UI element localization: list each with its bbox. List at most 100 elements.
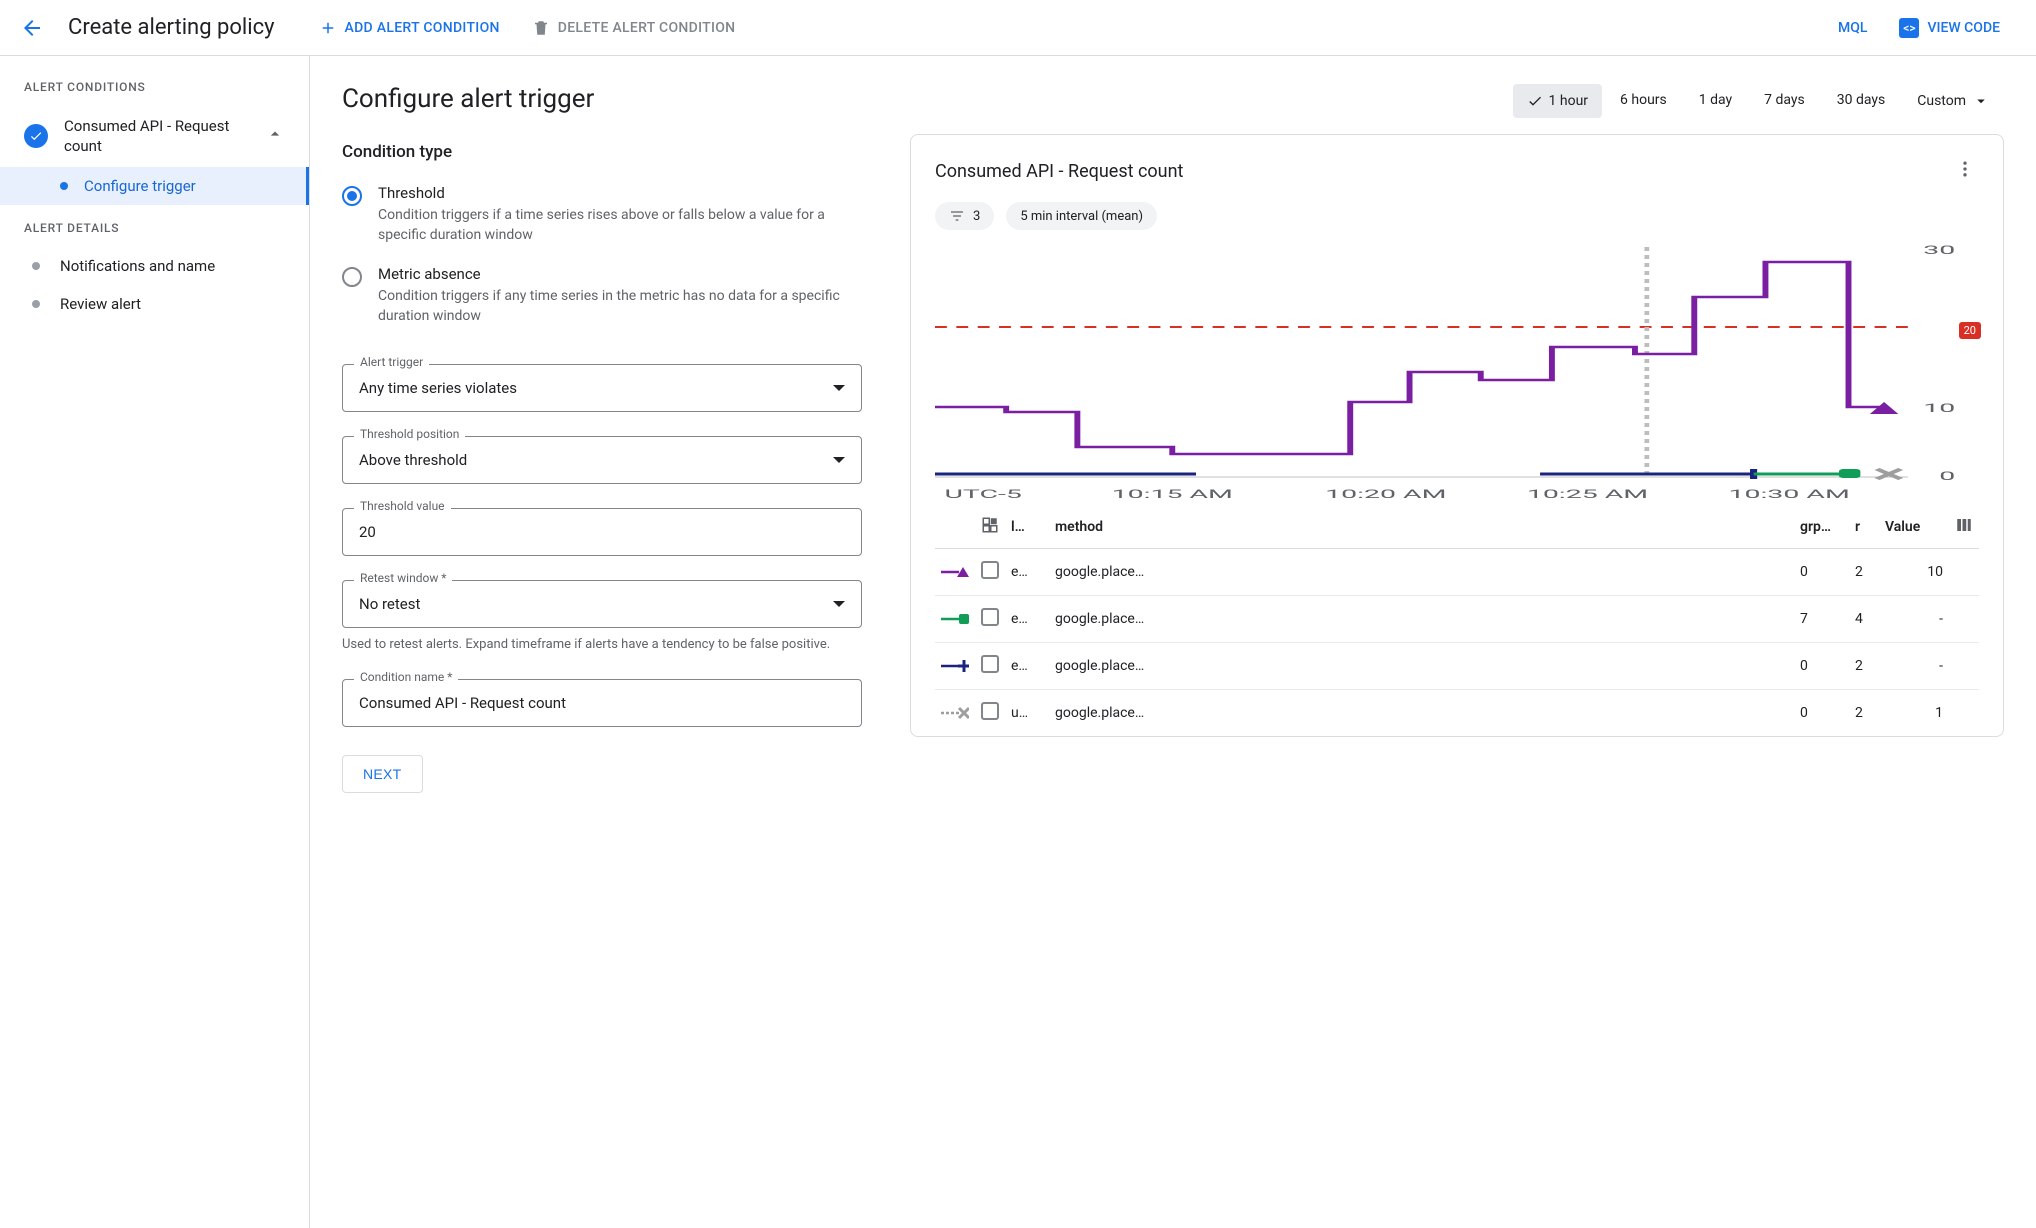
radio-icon [342,186,362,206]
cell-value: - [1879,596,1949,643]
cell-r: 2 [1849,643,1879,690]
table-row[interactable]: u…google.place…021 [935,690,1979,737]
x-tick-1020: 10:20 AM [1325,488,1446,502]
row-checkbox[interactable] [981,655,999,673]
range-1d[interactable]: 1 day [1685,84,1746,118]
col-value[interactable]: Value [1879,506,1949,549]
form-heading: Configure alert trigger [342,84,862,114]
back-button[interactable] [12,8,52,48]
page-title: Create alerting policy [68,15,275,40]
cell-r: 2 [1849,549,1879,596]
row-checkbox[interactable] [981,608,999,626]
row-checkbox[interactable] [981,561,999,579]
add-alert-condition-button[interactable]: ADD ALERT CONDITION [307,11,512,45]
mql-button[interactable]: MQL [1826,12,1879,44]
columns-icon[interactable] [1955,516,1973,534]
alert-trigger-label: Alert trigger [354,355,429,369]
cell-method: google.place… [1049,596,1794,643]
sidebar-item-notifications[interactable]: Notifications and name [0,247,309,285]
sidebar-item-review[interactable]: Review alert [0,285,309,323]
filter-chip-count: 3 [973,209,980,224]
range-7d[interactable]: 7 days [1750,84,1819,118]
col-l[interactable]: l… [1005,506,1049,549]
trash-icon [532,19,550,37]
range-30d[interactable]: 30 days [1823,84,1899,118]
table-row[interactable]: e…google.place…0210 [935,549,1979,596]
range-1h[interactable]: 1 hour [1513,84,1603,118]
sidebar-item-condition-label: Consumed API - Request count [64,116,249,157]
condition-name-input[interactable]: Condition name * Consumed API - Request … [342,679,862,727]
cell-r: 2 [1849,690,1879,737]
cell-value: 10 [1879,549,1949,596]
alert-trigger-select[interactable]: Alert trigger Any time series violates [342,364,862,412]
x-tick-1030: 10:30 AM [1729,488,1850,502]
chart-title: Consumed API - Request count [935,161,1183,182]
color-swatch-icon[interactable] [981,516,999,534]
main-content: Configure alert trigger Condition type T… [310,56,2036,1228]
legend-marker [935,643,975,690]
threshold-badge: 20 [1959,322,1981,339]
bullet-icon [60,182,68,190]
cell-l: e… [1005,549,1049,596]
chevron-down-icon [1972,92,1990,110]
condition-name-label: Condition name * [354,670,458,684]
cell-l: e… [1005,643,1049,690]
cell-value: 1 [1879,690,1949,737]
col-method[interactable]: method [1049,506,1794,549]
col-grp[interactable]: grp… [1794,506,1849,549]
sidebar-header-conditions: ALERT CONDITIONS [0,80,309,106]
threshold-position-label: Threshold position [354,427,465,441]
sidebar: ALERT CONDITIONS Consumed API - Request … [0,56,310,1228]
sidebar-item-notifications-label: Notifications and name [60,257,215,275]
x-tz: UTC-5 [944,488,1021,502]
sidebar-item-configure-trigger[interactable]: Configure trigger [0,167,309,205]
right-column: 1 hour 6 hours 1 day 7 days 30 days Cust… [910,84,2004,1200]
plus-icon [319,19,337,37]
filter-chip[interactable]: 3 [935,202,994,230]
radio-absence-title: Metric absence [378,265,862,283]
row-checkbox[interactable] [981,702,999,720]
retest-window-label: Retest window * [354,571,452,585]
cell-l: u… [1005,690,1049,737]
add-alert-condition-label: ADD ALERT CONDITION [345,20,500,36]
table-row[interactable]: e…google.place…74- [935,596,1979,643]
cell-value: - [1879,643,1949,690]
legend-table: l… method grp… r Value e…google.place…02… [935,506,1979,736]
retest-helper-text: Used to retest alerts. Expand timeframe … [342,636,862,654]
range-6h[interactable]: 6 hours [1606,84,1681,118]
radio-icon [342,267,362,287]
cell-grp: 0 [1794,643,1849,690]
table-row[interactable]: e…google.place…02- [935,643,1979,690]
view-code-button[interactable]: <> VIEW CODE [1887,10,2012,46]
threshold-position-select[interactable]: Threshold position Above threshold [342,436,862,484]
filter-icon [949,208,965,224]
range-1h-label: 1 hour [1549,93,1589,109]
sidebar-header-details: ALERT DETAILS [0,221,309,247]
radio-threshold-desc: Condition triggers if a time series rise… [378,206,862,245]
y-tick-0: 0 [1939,470,1955,484]
delete-alert-condition-button[interactable]: DELETE ALERT CONDITION [520,11,748,45]
threshold-value-input[interactable]: Threshold value 20 [342,508,862,556]
card-more-button[interactable] [1951,155,1979,188]
radio-threshold[interactable]: Threshold Condition triggers if a time s… [342,178,862,259]
cell-grp: 0 [1794,549,1849,596]
check-circle-icon [24,124,48,148]
cell-r: 4 [1849,596,1879,643]
retest-window-select[interactable]: Retest window * No retest [342,580,862,628]
interval-chip[interactable]: 5 min interval (mean) [1006,202,1157,230]
y-tick-10: 10 [1923,402,1955,416]
legend-marker [935,549,975,596]
next-button[interactable]: NEXT [342,755,423,793]
range-custom[interactable]: Custom [1903,84,2004,118]
form-column: Configure alert trigger Condition type T… [342,84,862,1200]
sidebar-item-condition[interactable]: Consumed API - Request count [0,106,309,167]
radio-absence[interactable]: Metric absence Condition triggers if any… [342,259,862,340]
threshold-value-value: 20 [359,523,376,541]
cell-grp: 7 [1794,596,1849,643]
chevron-up-icon [265,124,285,148]
time-range-row: 1 hour 6 hours 1 day 7 days 30 days Cust… [910,84,2004,118]
col-r[interactable]: r [1849,506,1879,549]
delete-alert-condition-label: DELETE ALERT CONDITION [558,20,736,36]
sidebar-item-configure-trigger-label: Configure trigger [84,177,196,195]
range-custom-label: Custom [1917,93,1966,109]
